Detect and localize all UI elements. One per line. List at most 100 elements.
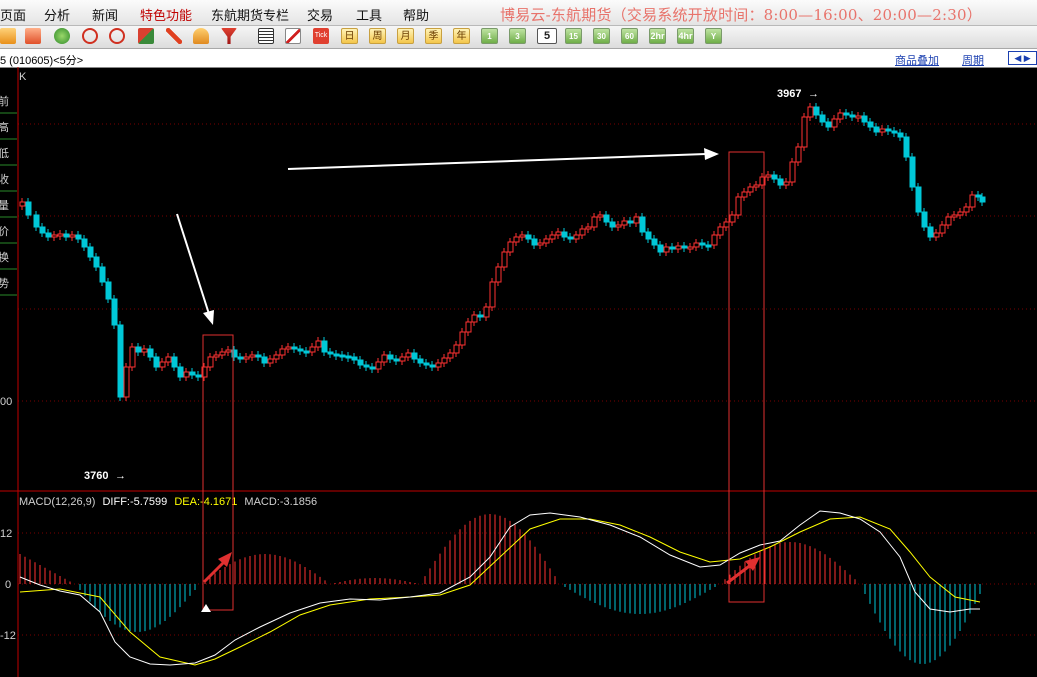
candle-body bbox=[117, 324, 124, 398]
period-week-button[interactable]: 周 bbox=[369, 28, 386, 44]
minute-60-button[interactable]: 60 bbox=[621, 28, 638, 44]
trading-hours-banner: 博易云-东航期货（交易系统开放时间：8:00—16:00、20:00—2:30） bbox=[500, 6, 982, 24]
period-link[interactable]: 周期 bbox=[962, 52, 984, 68]
price-axis-label: 00 bbox=[0, 396, 12, 408]
candle-body bbox=[723, 221, 730, 228]
candle-body bbox=[663, 246, 670, 253]
menu-item-tools[interactable]: 工具 bbox=[356, 5, 382, 24]
period-day-button[interactable]: 日 bbox=[341, 28, 358, 44]
candle-body bbox=[297, 348, 304, 352]
candle-body bbox=[693, 242, 700, 248]
candle-body bbox=[979, 196, 986, 203]
macd-diff: DIFF:-5.7599 bbox=[102, 496, 167, 508]
overlay-link[interactable]: 商品叠加 bbox=[895, 52, 939, 68]
candle-body bbox=[939, 224, 946, 234]
period-quarter-button[interactable]: 季 bbox=[425, 28, 442, 44]
candle-body bbox=[963, 206, 970, 213]
candle-body bbox=[873, 126, 880, 133]
candle-body bbox=[447, 352, 454, 359]
candle-body bbox=[135, 346, 142, 353]
macd-legend: MACD(12,26,9) DIFF:-5.7599 DEA:-4.1671 M… bbox=[19, 496, 317, 508]
candle-body bbox=[465, 321, 472, 333]
candle-body bbox=[813, 106, 820, 116]
candle-body bbox=[369, 366, 376, 370]
zoom-out-icon[interactable] bbox=[109, 28, 125, 44]
candle-body bbox=[183, 371, 190, 378]
candle-body bbox=[213, 354, 220, 358]
candle-body bbox=[711, 234, 718, 246]
candle-body bbox=[525, 234, 532, 240]
candle-body bbox=[99, 266, 106, 283]
minute-3-button[interactable]: 3 bbox=[509, 28, 526, 44]
candle-body bbox=[567, 236, 574, 240]
candle-body bbox=[855, 115, 862, 119]
menu-item-features[interactable]: 特色功能 bbox=[140, 5, 192, 24]
minute-15-button[interactable]: 15 bbox=[565, 28, 582, 44]
minute-30-button[interactable]: 30 bbox=[593, 28, 610, 44]
k-label: K bbox=[19, 71, 27, 83]
left-panel-char: 高 bbox=[0, 120, 9, 134]
candle-body bbox=[867, 121, 874, 128]
candle-body bbox=[435, 362, 442, 368]
period-month-button[interactable]: 月 bbox=[397, 28, 414, 44]
filter-icon[interactable] bbox=[221, 28, 237, 44]
alert-icon[interactable] bbox=[193, 28, 209, 44]
minute-1-button[interactable]: 1 bbox=[481, 28, 498, 44]
pan-arrows-icon[interactable]: ◀ ▶ bbox=[1008, 51, 1037, 65]
high-pointer-icon: → bbox=[808, 88, 819, 100]
candle-body bbox=[405, 352, 412, 358]
low-pointer-icon: → bbox=[115, 470, 126, 482]
candle-body bbox=[453, 344, 460, 354]
minute-5-button[interactable]: 5 bbox=[537, 28, 557, 44]
left-panel-char: 价 bbox=[0, 225, 9, 238]
menu-item-broker-column[interactable]: 东航期货专栏 bbox=[211, 5, 289, 24]
candle-body bbox=[687, 246, 694, 250]
menu-item-analysis[interactable]: 分析 bbox=[44, 5, 70, 24]
open-icon[interactable] bbox=[0, 28, 16, 44]
candle-body bbox=[159, 361, 166, 368]
candle-body bbox=[675, 245, 682, 250]
period-year-button[interactable]: 年 bbox=[453, 28, 470, 44]
candle-body bbox=[945, 216, 952, 226]
menu-item-help[interactable]: 帮助 bbox=[403, 5, 429, 24]
candle-body bbox=[267, 358, 274, 364]
chart-area[interactable]: 前高低收量价换势 K 00 3967 → 3760 → MACD(12,26,9… bbox=[0, 67, 1037, 677]
refresh-icon[interactable] bbox=[54, 28, 70, 44]
candle-body bbox=[633, 216, 640, 224]
hour-4-button[interactable]: 4hr bbox=[677, 28, 694, 44]
zoom-in-icon[interactable] bbox=[82, 28, 98, 44]
quote-list-icon[interactable] bbox=[258, 28, 274, 44]
candle-body bbox=[33, 214, 40, 228]
menu-item-page[interactable]: 页面 bbox=[0, 5, 26, 24]
candle-body bbox=[519, 234, 526, 238]
candle-body bbox=[237, 356, 244, 360]
candle-body bbox=[327, 351, 334, 355]
instrument-bar: 5 (010605)<5分> 商品叠加 周期 ◀ ▶ bbox=[0, 49, 1037, 68]
candlesticks bbox=[19, 103, 986, 401]
candle-body bbox=[93, 256, 100, 268]
candle-body bbox=[363, 364, 370, 368]
tick-icon[interactable]: Tick bbox=[313, 28, 329, 44]
candle-body bbox=[879, 128, 886, 133]
menu-item-news[interactable]: 新闻 bbox=[92, 5, 118, 24]
candle-body bbox=[39, 226, 46, 234]
menu-item-trade[interactable]: 交易 bbox=[307, 5, 333, 24]
candle-body bbox=[333, 353, 340, 357]
candle-body bbox=[441, 357, 448, 364]
candle-body bbox=[471, 314, 478, 323]
candle-body bbox=[543, 238, 550, 244]
candle-body bbox=[417, 358, 424, 364]
candle-body bbox=[579, 228, 586, 236]
menu-bar: 页面 分析 新闻 特色功能 东航期货专栏 交易 工具 帮助 博易云-东航期货（交… bbox=[0, 0, 1037, 26]
candle-body bbox=[111, 298, 118, 326]
draw-line-icon[interactable] bbox=[166, 28, 182, 44]
candle-body bbox=[219, 351, 226, 356]
window-icon[interactable] bbox=[138, 28, 154, 44]
trend-arrow-line bbox=[287, 153, 707, 170]
kline-icon[interactable] bbox=[285, 28, 301, 44]
candle-body bbox=[795, 146, 802, 163]
custom-period-button[interactable]: Y bbox=[705, 28, 722, 44]
candle-body bbox=[555, 231, 562, 236]
f10-icon[interactable] bbox=[25, 28, 41, 44]
hour-2-button[interactable]: 2hr bbox=[649, 28, 666, 44]
